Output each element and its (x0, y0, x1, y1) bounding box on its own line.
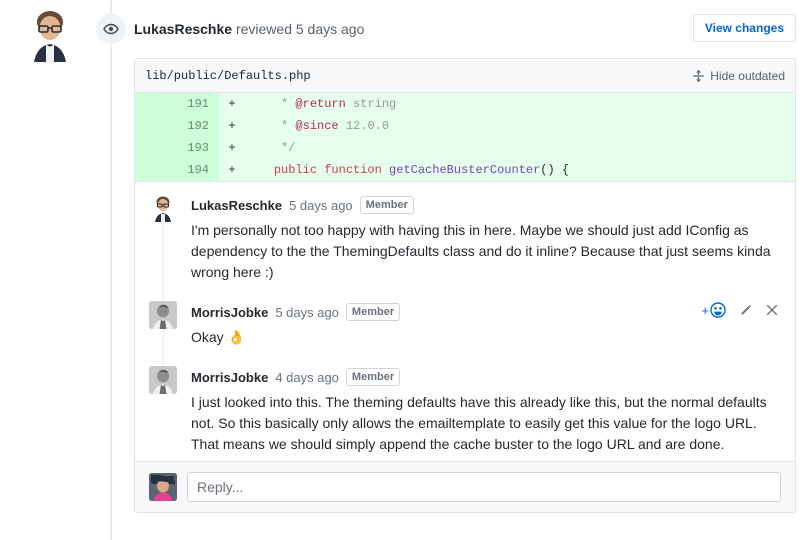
diff-line-sign: + (228, 119, 236, 133)
review-header-text: LukasReschke reviewed 5 days ago (134, 14, 364, 44)
diff-line-code: * @since 12.0.0 (245, 119, 390, 133)
comment-author[interactable]: MorrisJobke (191, 305, 268, 320)
comment-author-avatar[interactable] (149, 366, 177, 394)
member-badge: Member (345, 367, 401, 387)
hide-outdated-label: Hide outdated (710, 68, 785, 83)
fold-icon (693, 69, 705, 82)
add-reaction-button[interactable]: + (701, 302, 726, 318)
diff-line-code: * @return string (245, 97, 397, 111)
comment-body: I'm personally not too happy with having… (191, 222, 771, 280)
comment-timestamp[interactable]: 5 days ago (289, 198, 353, 213)
diff-line-number[interactable]: 191 (135, 93, 219, 115)
comment-list: LukasReschke 5 days ago Member I'm personal… (135, 182, 795, 461)
diff-line-number[interactable]: 192 (135, 115, 219, 137)
plus-sign: + (701, 302, 709, 318)
comment-header: MorrisJobke 4 days ago Member (191, 366, 781, 388)
reply-user-avatar (149, 473, 177, 501)
comment-author-avatar[interactable] (149, 194, 177, 222)
comment-author-avatar[interactable] (149, 301, 177, 329)
comment-author[interactable]: LukasReschke (191, 198, 282, 213)
file-path[interactable]: lib/public/Defaults.php (145, 69, 692, 83)
member-badge: Member (359, 195, 414, 215)
comment-timestamp[interactable]: 4 days ago (275, 370, 339, 385)
reply-bar (135, 461, 795, 512)
review-author[interactable]: LukasReschke (134, 21, 232, 37)
comment-actions: + (701, 302, 779, 318)
comment-body: Okay 👌 (191, 329, 245, 345)
close-x-icon (766, 304, 778, 316)
diff-line-code: */ (245, 141, 296, 155)
smiley-face-icon (710, 302, 726, 318)
view-changes-button[interactable]: View changes (692, 14, 796, 42)
review-comment: MorrisJobke 4 days ago Member I just looked… (135, 354, 795, 461)
diff-line: 192 + * @since 12.0.0 (135, 115, 795, 137)
diff-line-sign: + (228, 163, 236, 177)
pencil-icon (741, 304, 752, 315)
review-action: reviewed (235, 21, 292, 37)
review-timestamp: 5 days ago (295, 21, 365, 37)
timeline-rail (110, 0, 112, 540)
member-badge: Member (345, 302, 401, 322)
comment-header: MorrisJobke 5 days ago Member (191, 301, 781, 323)
edit-comment-button[interactable] (738, 303, 753, 318)
reply-input[interactable] (187, 472, 781, 502)
diff-line: 193 + */ (135, 137, 795, 159)
diff-file-header: lib/public/Defaults.php Hide outdated (135, 59, 795, 93)
hide-outdated-button[interactable]: Hide outdated (692, 69, 785, 83)
github-pr-review-thread: LukasReschke reviewed 5 days ago View ch… (0, 0, 810, 540)
comment-body: I just looked into this. The theming def… (191, 394, 767, 452)
diff-line-number[interactable]: 193 (135, 137, 219, 159)
comment-connector-line (162, 222, 164, 366)
diff-line-code: public function getCacheBusterCounter() … (273, 163, 570, 177)
review-comment: MorrisJobke 5 days ago Member Okay 👌 + (135, 289, 795, 354)
comment-header: LukasReschke 5 days ago Member (191, 194, 781, 216)
diff-line: 191 + * @return string (135, 93, 795, 115)
diff-line-sign: + (228, 97, 236, 111)
diff-line: 194 + public function getCacheBusterCount… (135, 159, 795, 181)
eye-icon (103, 23, 119, 35)
close-comment-button[interactable] (765, 303, 779, 317)
review-comment: LukasReschke 5 days ago Member I'm personal… (135, 182, 795, 289)
comment-timestamp[interactable]: 5 days ago (275, 305, 339, 320)
review-header: LukasReschke reviewed 5 days ago View ch… (134, 14, 796, 44)
diff-hunk: 191 + * @return string 192 + * @since 12.0.… (135, 93, 795, 182)
comment-author[interactable]: MorrisJobke (191, 370, 268, 385)
diff-line-sign: + (228, 141, 236, 155)
reviewer-avatar (22, 6, 78, 62)
review-comment-box: lib/public/Defaults.php Hide outdated 19… (134, 58, 796, 513)
diff-line-number[interactable]: 194 (135, 159, 219, 181)
review-eye-badge (96, 14, 126, 44)
